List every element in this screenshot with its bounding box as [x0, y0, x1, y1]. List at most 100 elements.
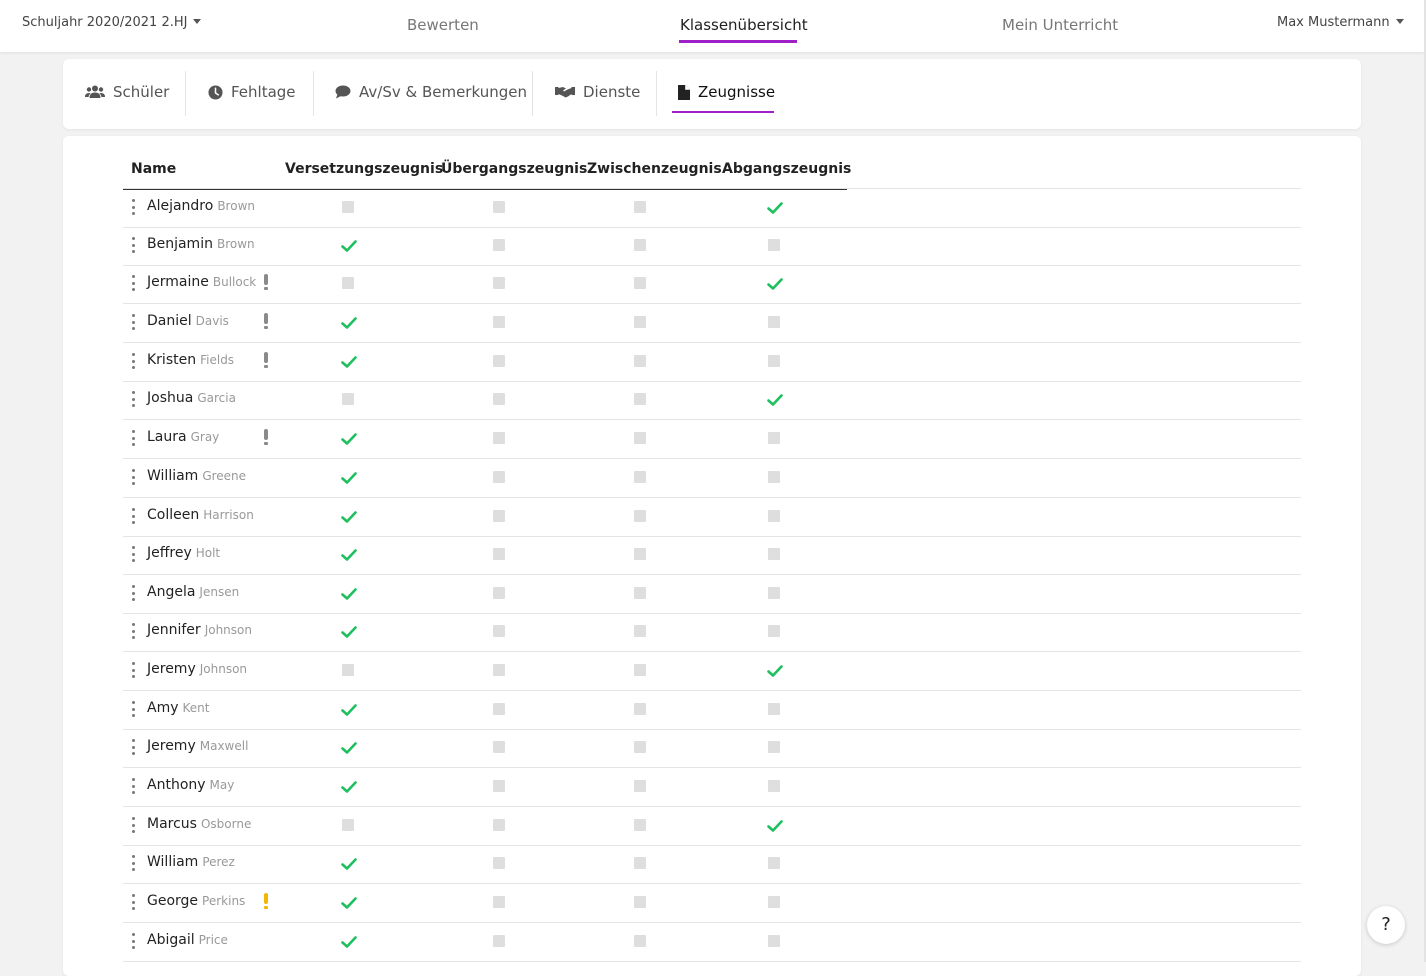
empty-checkbox[interactable] — [633, 276, 647, 290]
empty-checkbox[interactable] — [633, 431, 647, 445]
help-button[interactable]: ? — [1367, 906, 1405, 944]
check-icon[interactable] — [341, 779, 357, 793]
tab-fehltage[interactable]: Fehltage — [208, 83, 296, 101]
empty-checkbox[interactable] — [633, 200, 647, 214]
empty-checkbox[interactable] — [492, 547, 506, 561]
check-icon[interactable] — [341, 934, 357, 948]
row-menu-icon[interactable] — [131, 585, 135, 601]
check-icon[interactable] — [341, 702, 357, 716]
empty-checkbox[interactable] — [492, 238, 506, 252]
row-menu-icon[interactable] — [131, 508, 135, 524]
empty-checkbox[interactable] — [492, 200, 506, 214]
check-icon[interactable] — [341, 354, 357, 368]
empty-checkbox[interactable] — [633, 392, 647, 406]
empty-checkbox[interactable] — [633, 818, 647, 832]
tab-dienste[interactable]: Dienste — [555, 83, 640, 101]
empty-checkbox[interactable] — [767, 509, 781, 523]
empty-checkbox[interactable] — [492, 354, 506, 368]
warning-icon[interactable] — [264, 313, 268, 329]
check-icon[interactable] — [341, 740, 357, 754]
empty-checkbox[interactable] — [767, 238, 781, 252]
empty-checkbox[interactable] — [341, 818, 355, 832]
empty-checkbox[interactable] — [341, 392, 355, 406]
row-menu-icon[interactable] — [131, 546, 135, 562]
empty-checkbox[interactable] — [633, 238, 647, 252]
empty-checkbox[interactable] — [492, 740, 506, 754]
empty-checkbox[interactable] — [492, 431, 506, 445]
nav-bewerten[interactable]: Bewerten — [407, 16, 479, 34]
school-year-dropdown[interactable]: Schuljahr 2020/2021 2.HJ — [22, 15, 202, 30]
check-icon[interactable] — [767, 663, 783, 677]
row-menu-icon[interactable] — [131, 391, 135, 407]
check-icon[interactable] — [341, 509, 357, 523]
empty-checkbox[interactable] — [341, 276, 355, 290]
nav-klassenuebersicht[interactable]: Klassenübersicht — [680, 16, 808, 34]
warning-icon[interactable] — [264, 893, 268, 909]
empty-checkbox[interactable] — [767, 740, 781, 754]
empty-checkbox[interactable] — [767, 779, 781, 793]
check-icon[interactable] — [341, 315, 357, 329]
empty-checkbox[interactable] — [492, 586, 506, 600]
empty-checkbox[interactable] — [492, 624, 506, 638]
empty-checkbox[interactable] — [633, 740, 647, 754]
empty-checkbox[interactable] — [492, 470, 506, 484]
empty-checkbox[interactable] — [633, 934, 647, 948]
check-icon[interactable] — [341, 470, 357, 484]
empty-checkbox[interactable] — [341, 200, 355, 214]
empty-checkbox[interactable] — [633, 663, 647, 677]
warning-icon[interactable] — [264, 429, 268, 445]
empty-checkbox[interactable] — [633, 702, 647, 716]
row-menu-icon[interactable] — [131, 662, 135, 678]
user-menu-dropdown[interactable]: Max Mustermann — [1277, 15, 1404, 30]
check-icon[interactable] — [341, 856, 357, 870]
tab-av-sv-bemerkungen[interactable]: Av/Sv & Bemerkungen — [335, 83, 527, 101]
row-menu-icon[interactable] — [131, 237, 135, 253]
row-menu-icon[interactable] — [131, 275, 135, 291]
empty-checkbox[interactable] — [767, 856, 781, 870]
check-icon[interactable] — [341, 547, 357, 561]
empty-checkbox[interactable] — [633, 856, 647, 870]
row-menu-icon[interactable] — [131, 469, 135, 485]
row-menu-icon[interactable] — [131, 817, 135, 833]
empty-checkbox[interactable] — [633, 354, 647, 368]
empty-checkbox[interactable] — [633, 315, 647, 329]
empty-checkbox[interactable] — [767, 315, 781, 329]
row-menu-icon[interactable] — [131, 353, 135, 369]
row-menu-icon[interactable] — [131, 314, 135, 330]
check-icon[interactable] — [767, 392, 783, 406]
warning-icon[interactable] — [264, 274, 268, 290]
row-menu-icon[interactable] — [131, 623, 135, 639]
row-menu-icon[interactable] — [131, 855, 135, 871]
empty-checkbox[interactable] — [492, 392, 506, 406]
row-menu-icon[interactable] — [131, 739, 135, 755]
empty-checkbox[interactable] — [767, 586, 781, 600]
row-menu-icon[interactable] — [131, 701, 135, 717]
tab-zeugnisse[interactable]: Zeugnisse — [678, 83, 775, 101]
empty-checkbox[interactable] — [767, 624, 781, 638]
empty-checkbox[interactable] — [492, 509, 506, 523]
empty-checkbox[interactable] — [492, 856, 506, 870]
empty-checkbox[interactable] — [633, 547, 647, 561]
row-menu-icon[interactable] — [131, 778, 135, 794]
column-header-name[interactable]: Name — [131, 161, 176, 177]
empty-checkbox[interactable] — [767, 702, 781, 716]
empty-checkbox[interactable] — [767, 470, 781, 484]
check-icon[interactable] — [341, 895, 357, 909]
nav-mein-unterricht[interactable]: Mein Unterricht — [1002, 16, 1118, 34]
empty-checkbox[interactable] — [492, 934, 506, 948]
empty-checkbox[interactable] — [633, 779, 647, 793]
empty-checkbox[interactable] — [341, 663, 355, 677]
check-icon[interactable] — [341, 586, 357, 600]
empty-checkbox[interactable] — [492, 276, 506, 290]
row-menu-icon[interactable] — [131, 430, 135, 446]
tab-schueler[interactable]: Schüler — [85, 83, 169, 101]
empty-checkbox[interactable] — [633, 586, 647, 600]
empty-checkbox[interactable] — [767, 547, 781, 561]
empty-checkbox[interactable] — [492, 818, 506, 832]
check-icon[interactable] — [767, 276, 783, 290]
empty-checkbox[interactable] — [633, 509, 647, 523]
check-icon[interactable] — [767, 818, 783, 832]
empty-checkbox[interactable] — [492, 663, 506, 677]
warning-icon[interactable] — [264, 352, 268, 368]
row-menu-icon[interactable] — [131, 199, 135, 215]
